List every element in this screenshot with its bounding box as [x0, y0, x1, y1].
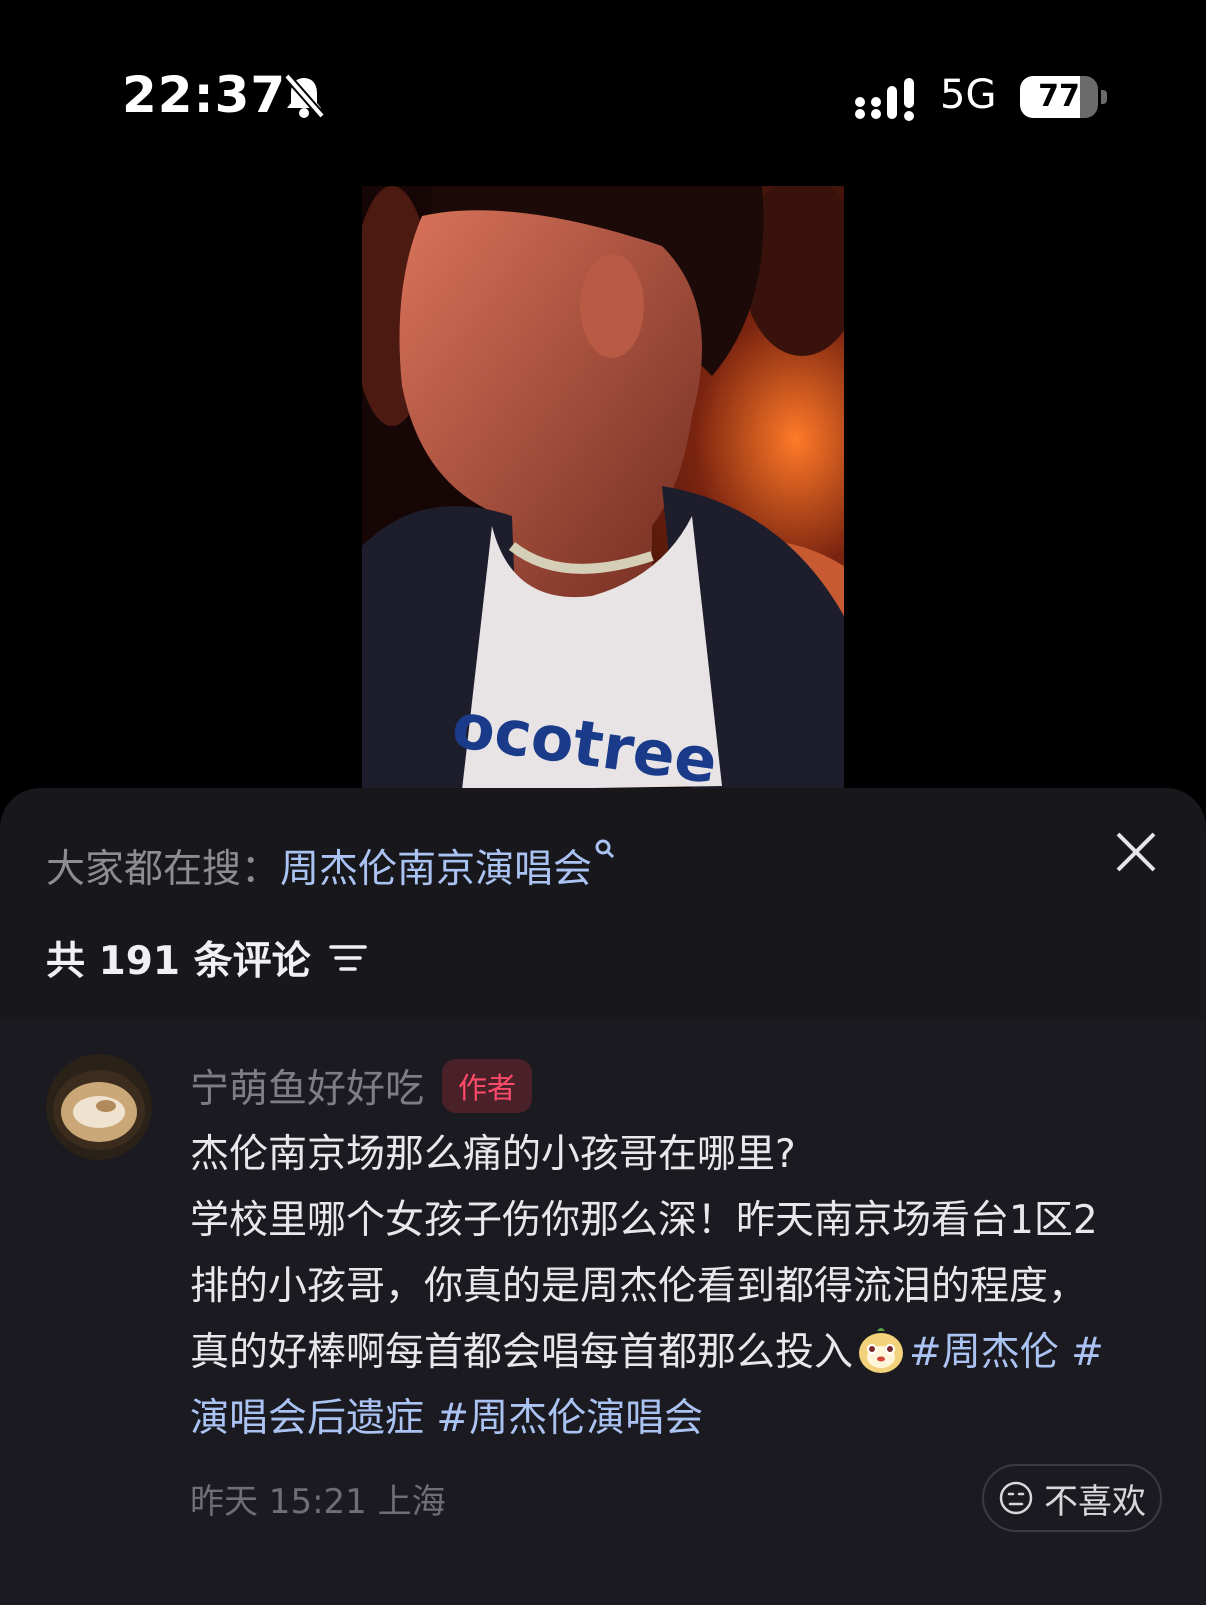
hashtag-link[interactable]: #周杰伦 # — [909, 1330, 1104, 1375]
comment-line: 杰伦南京场那么痛的小孩哥在哪里? — [190, 1132, 796, 1177]
cute-face-emoji-icon — [859, 1328, 904, 1373]
frown-face-icon — [999, 1481, 1033, 1515]
comment-header: 宁萌鱼好好吃 作者 — [190, 1058, 533, 1114]
comment-line: 真的好棒啊每首都会唱每首都那么投入 #周杰伦 # — [190, 1320, 1170, 1386]
video-player[interactable]: ocotree — [362, 186, 844, 790]
trending-search-term[interactable]: 周杰伦南京演唱会 — [280, 847, 592, 892]
network-type: 5G — [940, 72, 997, 118]
hashtag-link[interactable]: #周杰伦演唱会 — [436, 1396, 703, 1441]
signal-bars-icon — [855, 78, 914, 121]
comment-count: 共 191 条评论 — [46, 939, 311, 984]
bell-slash-icon — [283, 73, 326, 119]
battery-percent: 77 — [1038, 79, 1080, 114]
comment-item: 宁萌鱼好好吃 作者 杰伦南京场那么痛的小孩哥在哪里? 学校里哪个女孩子伤你那么深… — [0, 1018, 1206, 1605]
clock: 22:37 — [122, 66, 287, 124]
dislike-button[interactable]: 不喜欢 — [982, 1464, 1162, 1532]
comments-sheet: 大家都在搜：周杰伦南京演唱会 共 191 条评论 宁萌鱼好好吃 作者 杰伦南京场… — [0, 788, 1206, 1605]
comment-line: 演唱会后遗症 #周杰伦演唱会 — [190, 1386, 1170, 1452]
trending-search-label: 大家都在搜： — [46, 847, 281, 892]
author-badge: 作者 — [442, 1059, 533, 1113]
comment-text: 杰伦南京场那么痛的小孩哥在哪里? 学校里哪个女孩子伤你那么深！昨天南京场看台1区… — [190, 1122, 1170, 1452]
video-frame-image: ocotree — [362, 186, 844, 790]
username[interactable]: 宁萌鱼好好吃 — [190, 1058, 424, 1114]
close-icon[interactable] — [1114, 830, 1158, 874]
sort-filter-icon[interactable] — [328, 942, 367, 974]
dislike-label: 不喜欢 — [1044, 1481, 1146, 1522]
trending-search[interactable]: 大家都在搜：周杰伦南京演唱会 — [46, 838, 616, 894]
search-icon — [595, 839, 615, 859]
comment-line-text: 真的好棒啊每首都会唱每首都那么投入 — [190, 1330, 854, 1375]
comment-timestamp: 昨天 15:21 上海 — [190, 1482, 446, 1522]
comment-line: 排的小孩哥，你真的是周杰伦看到都得流泪的程度， — [190, 1264, 1088, 1309]
comment-line: 学校里哪个女孩子伤你那么深！昨天南京场看台1区2 — [190, 1198, 1098, 1243]
status-bar: 22:37 5G 77 — [0, 0, 1206, 180]
avatar-image — [46, 1054, 152, 1160]
hashtag-link[interactable]: 演唱会后遗症 — [190, 1396, 424, 1441]
avatar[interactable] — [46, 1054, 152, 1160]
battery-indicator: 77 — [1020, 76, 1108, 120]
comment-count-row: 共 191 条评论 — [46, 930, 367, 986]
